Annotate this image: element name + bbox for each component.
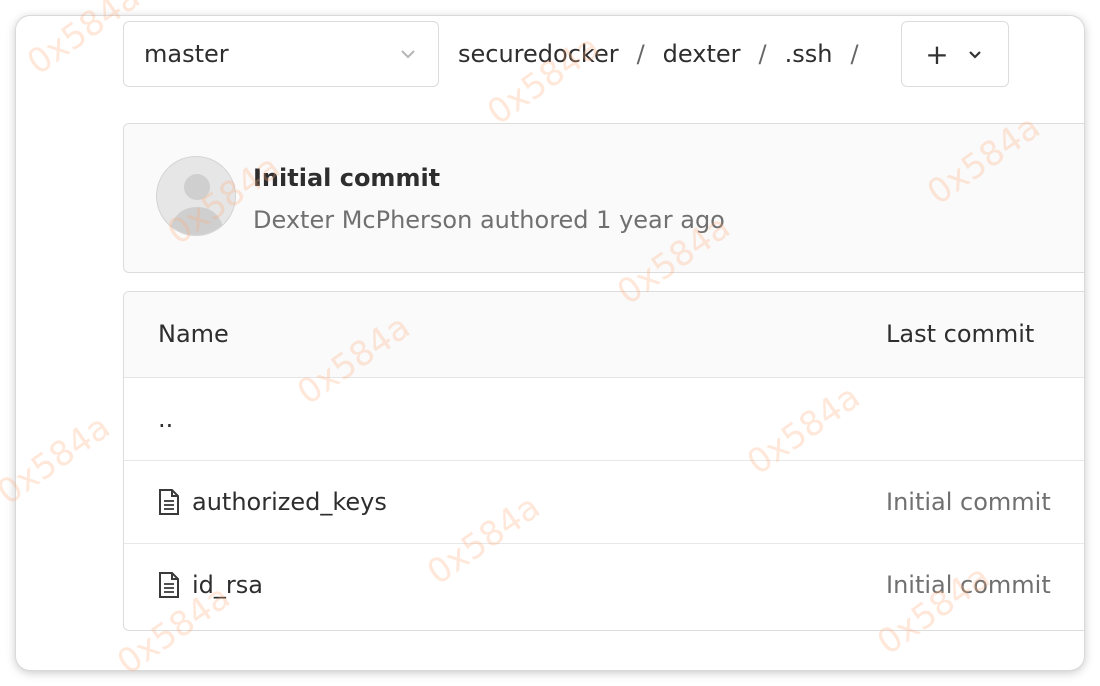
table-row[interactable]: authorized_keys Initial commit bbox=[124, 461, 1084, 544]
column-header-name: Name bbox=[158, 320, 229, 348]
file-name-cell[interactable]: authorized_keys bbox=[158, 488, 387, 516]
table-row-parent-dir[interactable]: .. bbox=[124, 378, 1084, 461]
commit-title[interactable]: Initial commit bbox=[253, 164, 440, 192]
branch-selector-value: master bbox=[144, 40, 229, 68]
file-table: Name Last commit .. authorized_keys Init… bbox=[123, 291, 1084, 631]
file-icon bbox=[159, 489, 179, 515]
file-icon bbox=[159, 572, 179, 598]
parent-directory-link[interactable]: .. bbox=[158, 405, 173, 433]
chevron-down-icon bbox=[398, 44, 418, 64]
file-last-commit[interactable]: Initial commit bbox=[886, 571, 1051, 599]
file-name[interactable]: authorized_keys bbox=[192, 488, 387, 516]
breadcrumb-item-securedocker[interactable]: securedocker bbox=[456, 40, 621, 68]
default-user-icon bbox=[169, 174, 225, 235]
table-header: Name Last commit bbox=[124, 292, 1084, 378]
file-name-cell[interactable]: id_rsa bbox=[158, 571, 263, 599]
breadcrumb: securedocker / dexter / .ssh / bbox=[456, 21, 875, 87]
breadcrumb-item-dexter[interactable]: dexter bbox=[661, 40, 743, 68]
add-file-dropdown-button[interactable]: + bbox=[901, 21, 1009, 87]
branch-selector[interactable]: master bbox=[123, 21, 439, 87]
breadcrumb-separator: / bbox=[636, 40, 645, 68]
commit-meta: Dexter McPherson authored 1 year ago bbox=[253, 206, 725, 234]
table-row[interactable]: id_rsa Initial commit bbox=[124, 544, 1084, 627]
file-last-commit[interactable]: Initial commit bbox=[886, 488, 1051, 516]
commit-time: 1 year ago bbox=[596, 206, 725, 234]
chevron-down-icon bbox=[965, 44, 985, 64]
commit-action: authored bbox=[479, 206, 589, 234]
breadcrumb-item-ssh[interactable]: .ssh bbox=[783, 40, 835, 68]
breadcrumb-separator: / bbox=[850, 40, 859, 68]
column-header-last-commit: Last commit bbox=[886, 320, 1035, 348]
repository-window: master securedocker / dexter / .ssh / + … bbox=[16, 16, 1084, 670]
avatar[interactable] bbox=[156, 156, 236, 236]
file-name[interactable]: id_rsa bbox=[192, 571, 263, 599]
commit-author[interactable]: Dexter McPherson bbox=[253, 206, 472, 234]
breadcrumb-separator: / bbox=[758, 40, 767, 68]
plus-icon: + bbox=[925, 37, 949, 71]
last-commit-panel: Initial commit Dexter McPherson authored… bbox=[123, 123, 1084, 273]
